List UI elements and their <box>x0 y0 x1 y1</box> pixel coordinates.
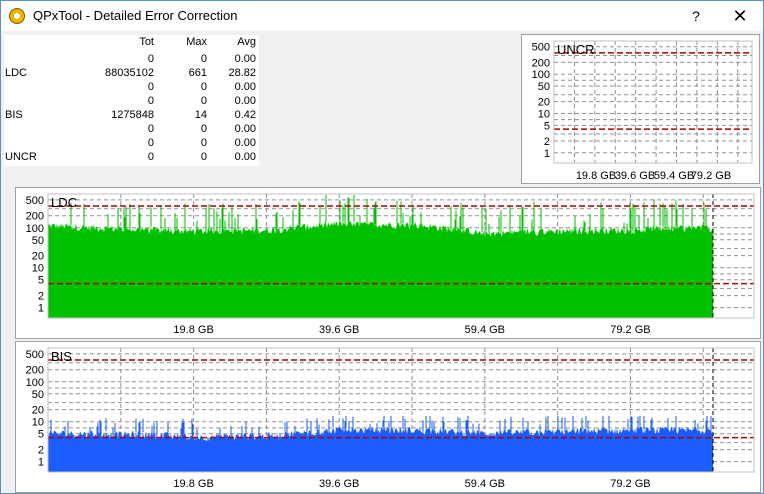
x-tick-label: 39.6 GB <box>319 478 359 490</box>
stats-row-avg: 0.42 <box>234 109 256 121</box>
y-tick-label: 5 <box>544 120 550 132</box>
y-tick-label: 2 <box>38 445 44 457</box>
stats-row: 0 0 0.00 <box>4 137 259 151</box>
y-tick-label: 2 <box>544 136 550 148</box>
stats-row-tot: 0 <box>147 95 154 107</box>
y-tick-label: 10 <box>32 263 44 275</box>
app-icon <box>9 8 25 24</box>
stats-row: LDC 88035102 661 28.82 <box>4 67 259 81</box>
y-tick-label: 1 <box>38 457 44 469</box>
y-tick-label: 500 <box>26 349 44 361</box>
y-tick-label: 5 <box>38 275 44 287</box>
x-tick-label: 59.4 GB <box>465 478 505 490</box>
y-tick-label: 10 <box>538 109 550 121</box>
stats-row-tot: 0 <box>147 151 154 163</box>
y-tick-label: 20 <box>538 97 550 109</box>
y-tick-label: 50 <box>32 389 44 401</box>
ldc-chart-panel: 500 200 100 50 20 10 5 2 1 LDC 19.8 GB 39.6 GB 59.4 … <box>15 187 761 339</box>
x-tick-label: 39.6 GB <box>319 324 359 336</box>
x-tick-label: 79.2 GB <box>610 324 650 336</box>
stats-row-max: 0 <box>200 137 207 149</box>
stats-header-avg: Avg <box>237 36 256 48</box>
stats-row-avg: 0.00 <box>234 81 256 93</box>
x-tick-label: 79.2 GB <box>691 170 731 182</box>
bis-chart-panel: 500 200 100 50 20 10 5 2 1 BIS 19.8 GB 39.6 GB 59.4 … <box>15 341 761 493</box>
stats-row-max: 0 <box>200 53 207 65</box>
y-tick-label: 100 <box>532 69 550 81</box>
stats-table: Tot Max Avg 0 0 0.00 LDC 88035102 661 28… <box>4 35 259 166</box>
stats-row: 0 0 0.00 <box>4 95 259 109</box>
stats-row-tot: 0 <box>147 137 154 149</box>
stats-row-avg: 28.82 <box>228 67 256 79</box>
stats-row-tot: 0 <box>147 123 154 135</box>
stats-row-avg: 0.00 <box>234 151 256 163</box>
y-tick-label: 200 <box>532 57 550 69</box>
y-tick-label: 2 <box>38 291 44 303</box>
uncr-chart-panel: 500 200 100 50 20 10 5 2 1 UNCR 19.8 GB 39.6 GB 59.4… <box>521 34 760 184</box>
stats-row: UNCR 0 0 0.00 <box>4 151 259 165</box>
stats-row-tot: 1275848 <box>111 109 154 121</box>
stats-row: BIS 1275848 14 0.42 <box>4 109 259 123</box>
stats-row-avg: 0.00 <box>234 95 256 107</box>
chart-title: UNCR <box>557 42 595 57</box>
stats-row-tot: 88035102 <box>105 67 154 79</box>
stats-row-max: 14 <box>194 109 207 121</box>
stats-row-label: LDC <box>5 67 28 79</box>
stats-row-avg: 0.00 <box>234 137 256 149</box>
y-tick-label: 5 <box>38 429 44 441</box>
stats-row: 0 0 0.00 <box>4 53 259 67</box>
x-tick-label: 59.4 GB <box>465 324 505 336</box>
x-tick-label: 19.8 GB <box>173 478 213 490</box>
chart-title: BIS <box>51 349 72 364</box>
y-tick-label: 200 <box>26 365 44 377</box>
stats-row-label: BIS <box>5 109 23 121</box>
stats-row-label: UNCR <box>5 151 37 163</box>
x-tick-label: 19.8 GB <box>173 324 213 336</box>
stats-row-avg: 0.00 <box>234 123 256 135</box>
stats-row: 0 0 0.00 <box>4 81 259 95</box>
y-tick-label: 10 <box>32 417 44 429</box>
stats-row-max: 661 <box>188 67 207 79</box>
uncr-chart: 500 20010050 20105 21 UNCR 19.8 GB39.6 GB59.4… <box>532 40 753 182</box>
series-area <box>48 221 713 318</box>
stats-header-tot: Tot <box>139 36 154 48</box>
x-tick-label: 19.8 GB <box>576 170 616 182</box>
stats-row-max: 0 <box>200 95 207 107</box>
window: QPxTool - Detailed Error Correction ? ✕ … <box>0 0 764 494</box>
y-tick-label: 1 <box>544 148 550 160</box>
x-tick-label: 59.4 GB <box>654 170 694 182</box>
stats-header-max: Max <box>186 36 207 48</box>
y-tick-label: 50 <box>32 235 44 247</box>
help-button[interactable]: ? <box>677 3 715 29</box>
y-tick-label: 100 <box>26 377 44 389</box>
bis-chart: 500 20010050 20105 21 BIS 19.8 GB 39.6 GB 59.4 … <box>26 347 755 490</box>
ldc-chart: 500 20010050 20105 21 LDC 19.8 GB 39.6 GB 59.4 … <box>26 193 755 336</box>
y-tick-label: 200 <box>26 211 44 223</box>
y-tick-label: 20 <box>32 405 44 417</box>
y-tick-label: 1 <box>38 303 44 315</box>
y-tick-label: 500 <box>532 42 550 54</box>
stats-header-row: Tot Max Avg <box>4 36 259 50</box>
stats-row: 0 0 0.00 <box>4 123 259 137</box>
x-tick-label: 39.6 GB <box>615 170 655 182</box>
y-tick-label: 100 <box>26 223 44 235</box>
title-bar: QPxTool - Detailed Error Correction ? ✕ <box>1 1 763 31</box>
stats-row-tot: 0 <box>147 81 154 93</box>
stats-row-max: 0 <box>200 81 207 93</box>
stats-row-tot: 0 <box>147 53 154 65</box>
stats-row-max: 0 <box>200 123 207 135</box>
x-tick-label: 79.2 GB <box>610 478 650 490</box>
window-title: QPxTool - Detailed Error Correction <box>33 8 238 23</box>
close-button[interactable]: ✕ <box>719 3 761 29</box>
y-tick-label: 20 <box>32 251 44 263</box>
chart-title: LDC <box>51 195 77 210</box>
stats-row-max: 0 <box>200 151 207 163</box>
stats-row-avg: 0.00 <box>234 53 256 65</box>
y-tick-label: 50 <box>538 81 550 93</box>
y-tick-label: 500 <box>26 195 44 207</box>
